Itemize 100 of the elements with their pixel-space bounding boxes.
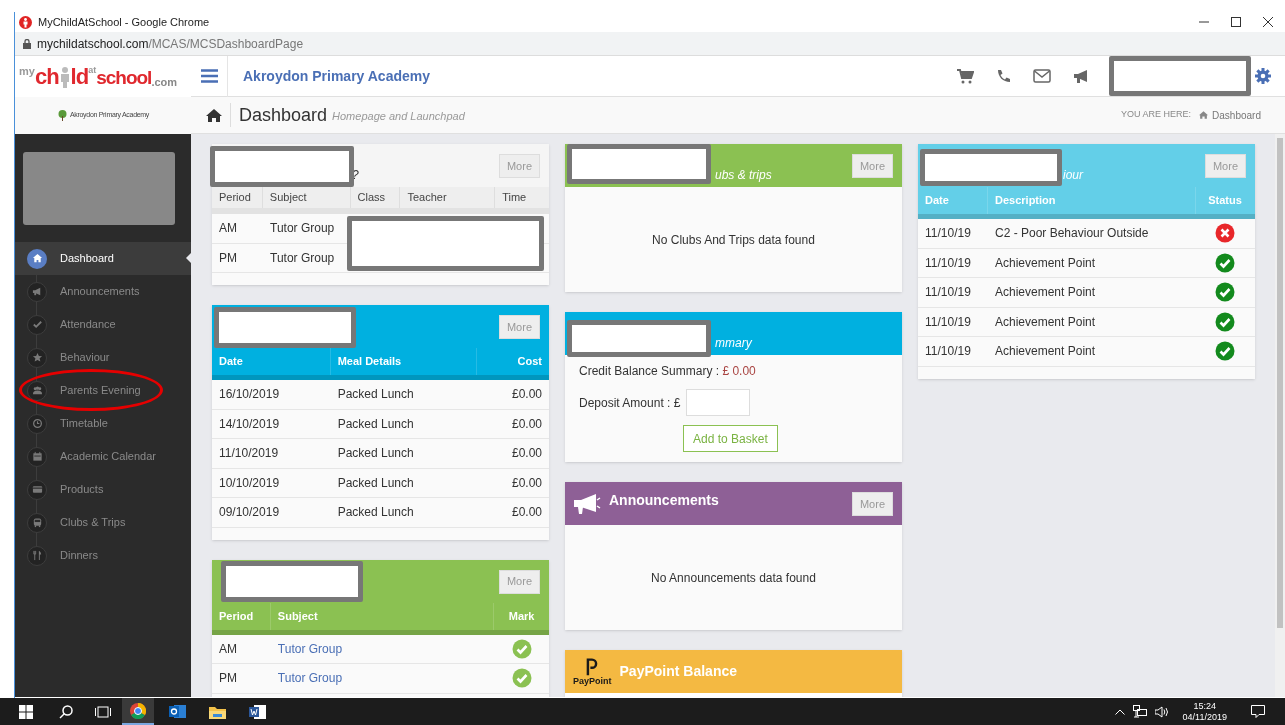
star-icon [31,352,43,363]
add-to-basket-button[interactable]: Add to Basket [683,425,778,452]
home-icon[interactable] [206,108,222,122]
breadcrumb-label: YOU ARE HERE: [1121,108,1192,122]
clock-icon [31,418,43,429]
column-header: Period [212,187,263,208]
folder-icon[interactable] [209,704,226,719]
empty-message: No Clubs And Trips data found [652,231,815,249]
page-title: Dashboard [239,103,328,127]
notification-icon[interactable] [1251,705,1265,718]
column-header: Teacher [400,187,496,208]
table-cell-text: £0.00 [511,445,542,463]
table-cell-text: 16/10/2019 [219,386,280,404]
phone-icon[interactable] [996,68,1011,84]
volume-icon[interactable] [1154,705,1169,718]
sidebar-item[interactable]: Products [15,473,191,506]
site-favicon-icon [19,15,32,29]
deposit-amount-field[interactable] [686,389,751,416]
card-title: Announcements [609,491,719,510]
card-title: iour [1063,167,1083,184]
column-header: Period [212,602,271,630]
windows-start-icon[interactable] [19,704,33,719]
table-cell-text: 11/10/2019 [219,445,279,463]
table-cell-text: 11/10/19 [925,225,971,243]
menu-icon[interactable] [201,69,218,83]
table-cell-text: £0.00 [511,415,542,433]
window-title: MyChildAtSchool - Google Chrome [38,14,210,30]
table-cell-text: 11/10/19 [925,254,971,272]
column-header: Class [350,187,401,208]
sidebar-item[interactable]: Behaviour [15,341,191,374]
sidebar-item[interactable]: Timetable [15,407,191,440]
scrollbar[interactable] [1275,134,1285,697]
subject-link[interactable]: Tutor Group [277,639,343,658]
table-cell-text: AM [219,640,237,658]
table-cell-text: 10/10/2019 [219,474,280,492]
column-header: Description [988,187,1196,214]
more-button[interactable]: More [498,315,540,339]
home-icon [1199,111,1209,119]
breadcrumb-link[interactable]: Dashboard [1212,107,1261,123]
more-button[interactable]: More [498,154,540,178]
table-cell-text: Tutor Group [270,220,335,238]
chrome-taskbar-button[interactable] [122,698,154,725]
maximize-icon[interactable] [1231,17,1241,27]
megaphone-icon [573,492,601,515]
address-bar[interactable]: mychildatschool.com/MCAS/MCSDashboardPage [37,34,304,53]
more-button[interactable]: More [851,492,893,516]
table-cell-text: 09/10/2019 [219,504,280,522]
sidebar-item[interactable]: Parents Evening [15,374,191,407]
sidebar-item[interactable]: Clubs & Trips [15,506,191,539]
card-title: ubs & trips [715,167,772,184]
card-icon [31,484,43,495]
table-cell-text: AM [219,220,237,238]
card-title: mmary [715,335,752,352]
sidebar-item[interactable]: Dinners [15,539,191,572]
sidebar-item[interactable]: Academic Calendar [15,440,191,473]
column-header: Meal Details [330,348,478,375]
network-icon[interactable] [1132,705,1147,718]
sidebar-item[interactable]: Dashboard [15,242,191,275]
column-header: Subject [270,602,495,630]
table-cell-text: £0.00 [511,474,542,492]
table-cell-text: Achievement Point [995,313,1096,331]
card-title: PayPoint Balance [619,662,737,681]
column-header: Status [1207,193,1243,209]
settings-icon[interactable] [1255,68,1271,84]
cart-icon[interactable] [957,68,974,84]
table-cell-text: Achievement Point [995,254,1096,272]
column-header: Date [918,187,988,214]
empty-message: No Announcements data found [651,569,816,587]
mail-app-icon[interactable] [169,704,186,719]
subject-link[interactable]: Tutor Group [277,669,343,688]
more-button[interactable]: More [851,154,893,178]
mail-icon[interactable] [1033,69,1051,83]
more-button[interactable]: More [498,569,540,594]
sidebar-item[interactable]: Attendance [15,308,191,341]
calendar-icon [31,451,43,462]
document-app-icon[interactable] [249,703,266,720]
lock-icon [23,38,31,49]
megaphone-icon [31,286,43,297]
deposit-label: Deposit Amount : £ [579,394,681,412]
table-cell-text: 14/10/2019 [219,415,280,433]
close-icon[interactable] [1263,17,1273,27]
table-cell-text: PM [219,249,237,267]
table-cell-text: Packed Lunch [337,504,414,522]
task-view-icon[interactable] [95,705,111,718]
column-header: Date [212,348,331,375]
sidebar-item[interactable]: Announcements [15,275,191,308]
paypoint-logo: PayPoint [573,657,612,686]
bus-icon [31,517,43,528]
table-cell-text: Packed Lunch [337,445,414,463]
search-icon[interactable] [59,704,73,719]
people-icon [31,385,43,396]
table-cell-text: Packed Lunch [337,415,414,433]
table-cell-text: £0.00 [511,504,542,522]
clock[interactable]: 15:24 04/11/2019 [1182,700,1227,723]
home-icon [31,253,43,264]
more-button[interactable]: More [1204,154,1246,178]
cutlery-icon [31,550,43,561]
table-cell-text: Achievement Point [995,284,1096,302]
credit-balance: Credit Balance Summary : £ 0.00 [579,363,757,380]
caret-up-icon[interactable] [1114,708,1125,715]
